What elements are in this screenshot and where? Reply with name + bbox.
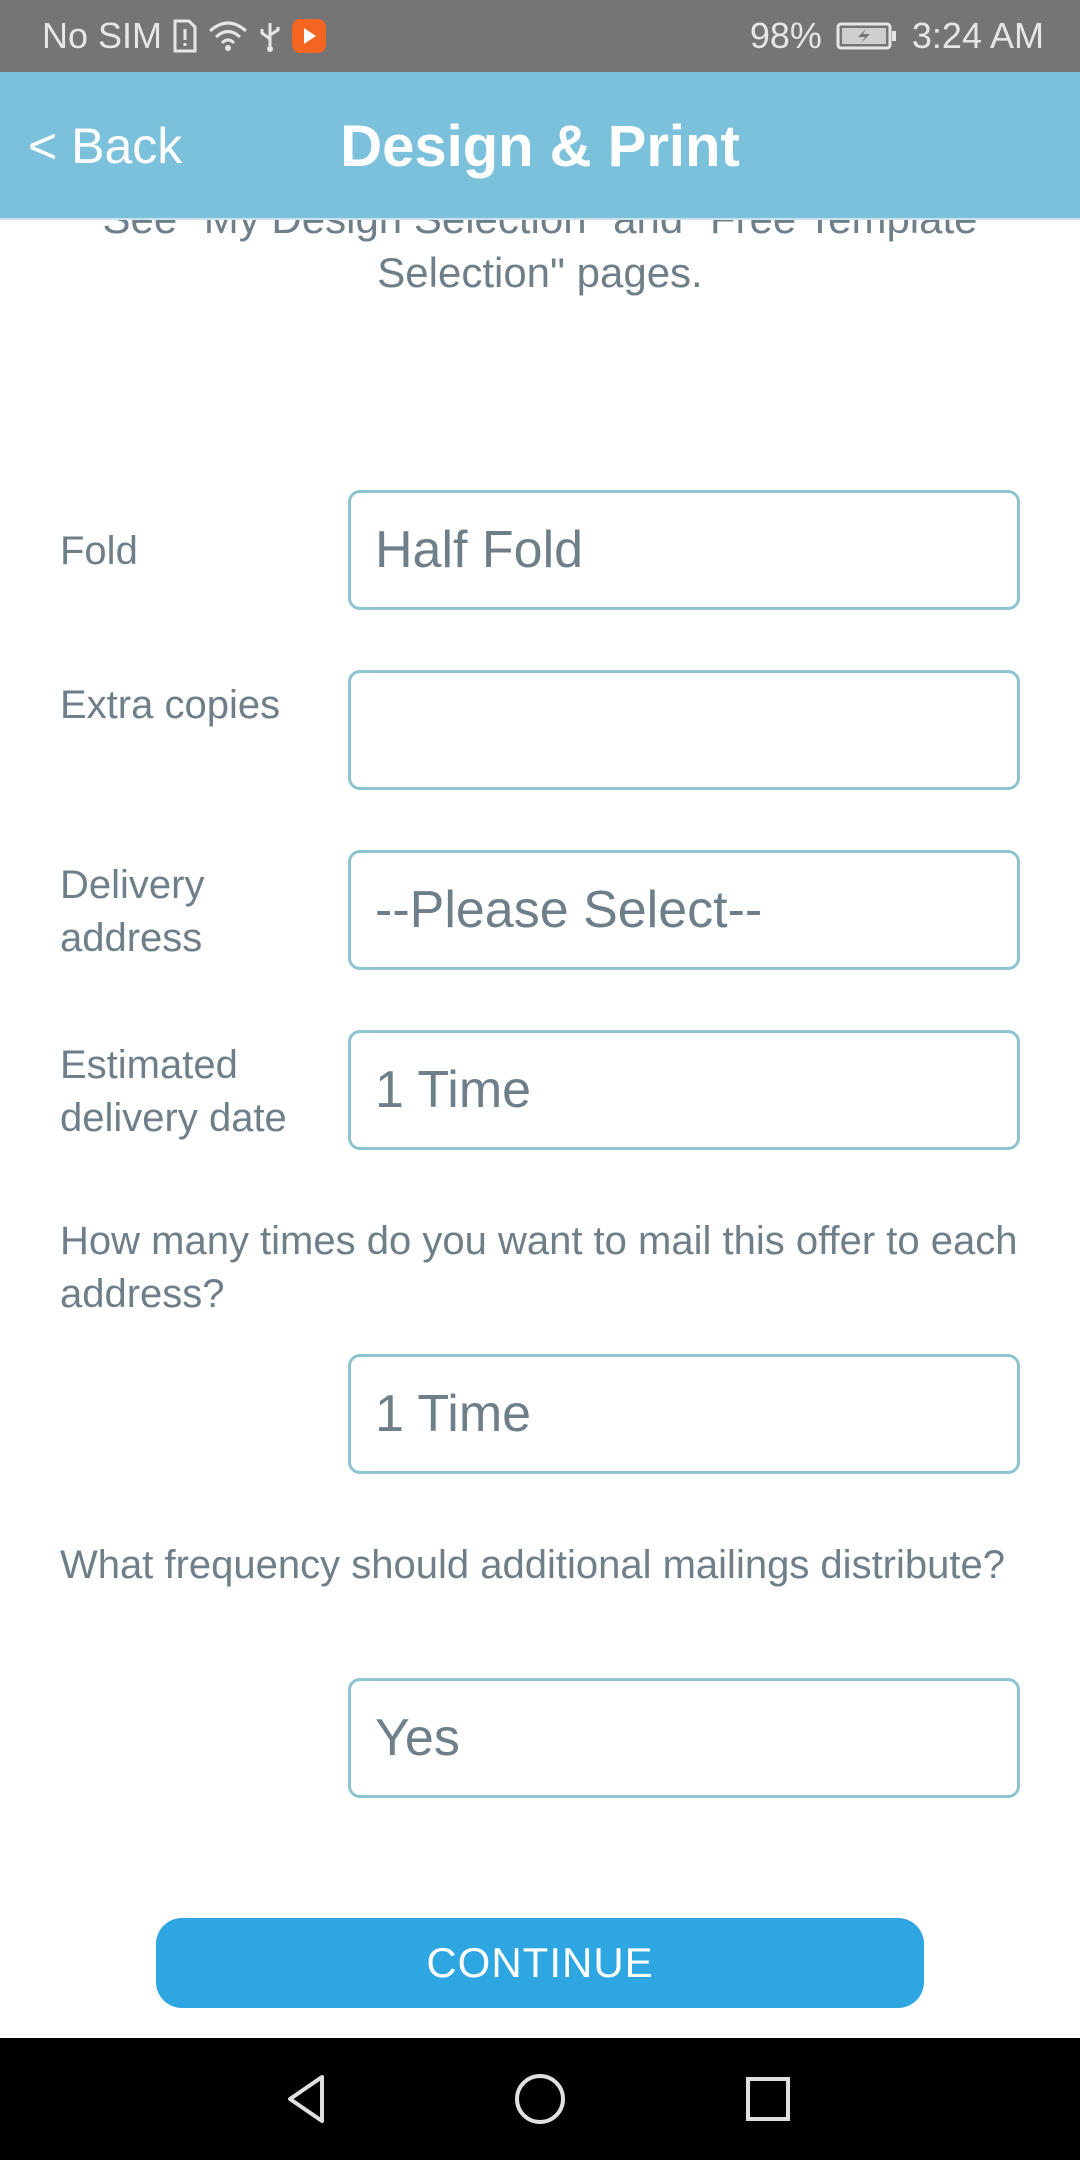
wifi-icon <box>208 19 248 53</box>
extra-copies-label: Extra copies <box>60 683 281 727</box>
clock: 3:24 AM <box>911 15 1044 56</box>
back-nav-icon[interactable] <box>248 2038 368 2160</box>
mail-times-select[interactable]: 1 Time <box>348 1354 1020 1474</box>
intro-text: See "My Design Selection" and "Free Temp… <box>102 220 977 296</box>
delivery-address-label: Delivery address <box>60 863 205 960</box>
frequency-select[interactable]: Yes <box>348 1678 1020 1798</box>
recents-nav-icon[interactable] <box>708 2038 828 2160</box>
mail-times-question: How many times do you want to mail this … <box>60 1219 1018 1316</box>
fold-select[interactable]: Half Fold <box>348 490 1020 610</box>
fold-label: Fold <box>60 529 138 573</box>
extra-copies-field[interactable] <box>348 670 1020 790</box>
status-bar: No SIM 98% 3:24 AM <box>0 0 1080 72</box>
estimated-delivery-date-select[interactable]: 1 Time <box>348 1030 1020 1150</box>
carrier-label: No SIM <box>42 15 163 56</box>
estimated-delivery-date-label: Estimated delivery date <box>60 1043 287 1140</box>
battery-percent: 98% <box>749 15 822 56</box>
delivery-address-select[interactable]: --Please Select-- <box>348 850 1020 970</box>
continue-button[interactable]: CONTINUE <box>156 1918 924 2008</box>
status-right: 98% 3:24 AM <box>750 15 1044 57</box>
battery-charging-icon <box>836 21 898 51</box>
status-left: No SIM <box>42 15 327 57</box>
app-header: < Back Design & Print <box>0 72 1080 220</box>
back-button[interactable]: < Back <box>28 72 182 220</box>
navigation-bar <box>0 2038 1080 2160</box>
home-nav-icon[interactable] <box>480 2038 600 2160</box>
frequency-question: What frequency should additional mailing… <box>60 1543 1005 1587</box>
app-notification-icon <box>292 19 327 53</box>
usb-icon <box>258 19 282 53</box>
sim-alert-icon <box>172 19 198 53</box>
intro-clip: See "My Design Selection" and "Free Temp… <box>0 220 1080 310</box>
